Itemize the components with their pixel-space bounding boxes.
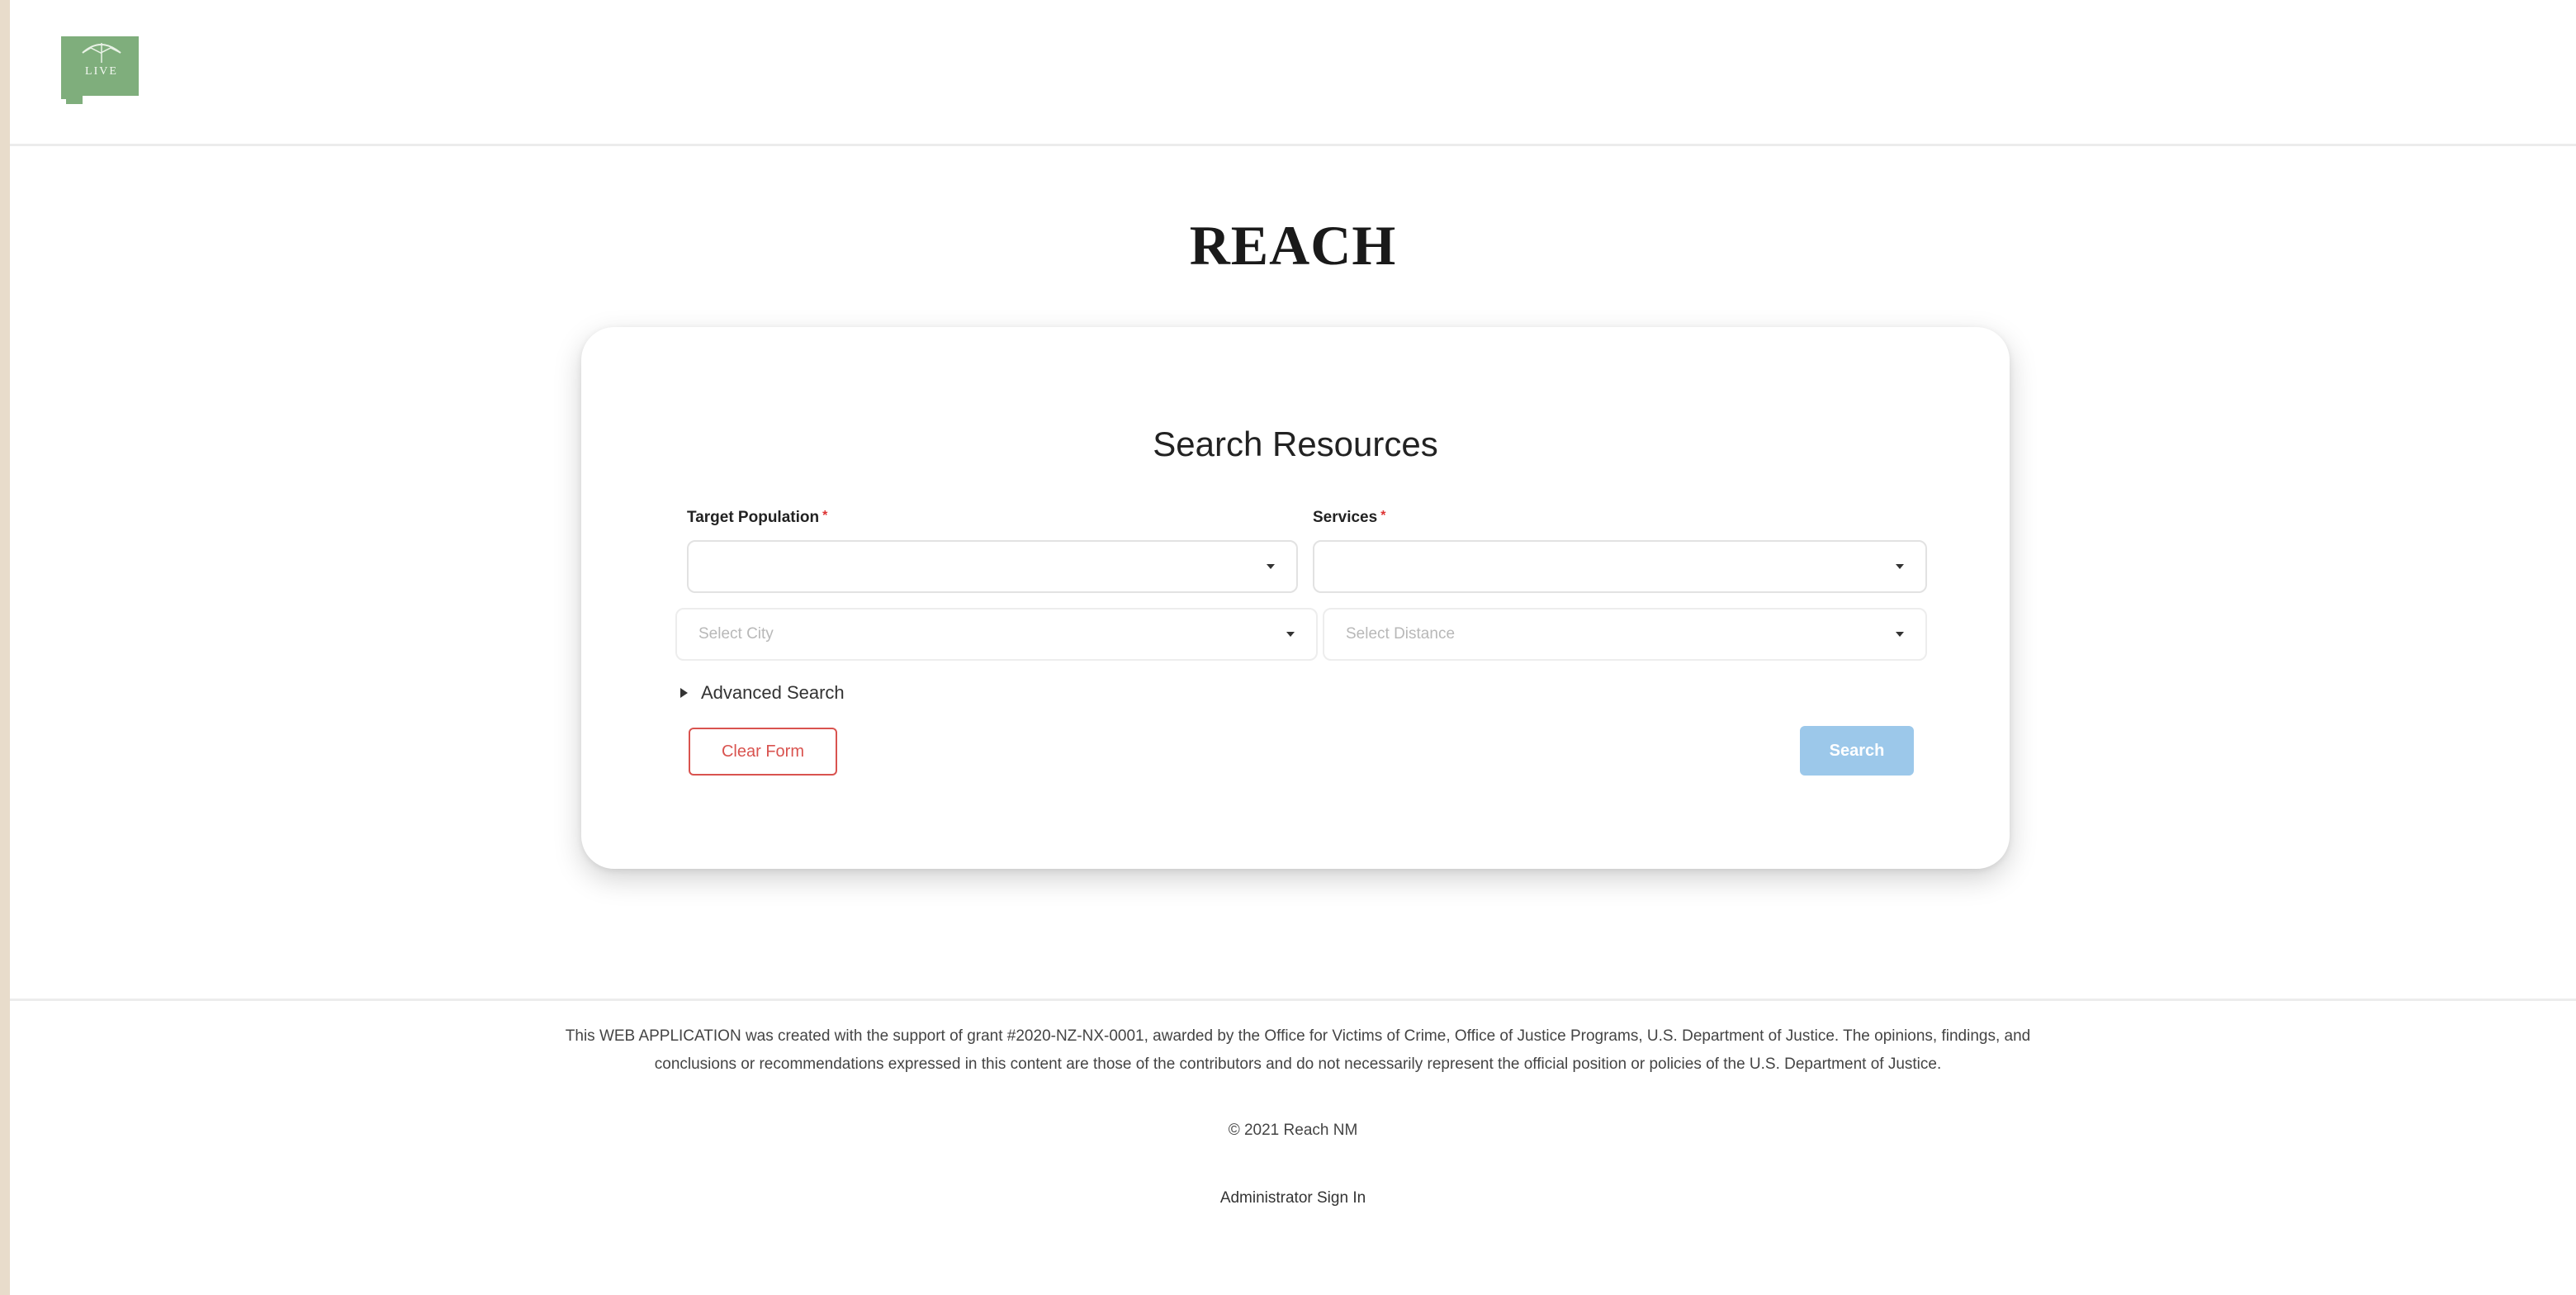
advanced-search-label: Advanced Search	[701, 682, 845, 703]
services-select[interactable]	[1313, 540, 1927, 593]
target-population-label: Target Population *	[687, 509, 827, 527]
site-logo[interactable]: LIVE	[58, 33, 145, 104]
distance-select[interactable]: Select Distance	[1323, 608, 1927, 661]
required-marker: *	[1380, 509, 1386, 523]
required-marker: *	[822, 509, 828, 523]
site-title: REACH	[1189, 214, 1397, 277]
services-label-text: Services	[1313, 509, 1378, 526]
chevron-down-icon	[1286, 632, 1295, 637]
chevron-down-icon	[1267, 564, 1275, 569]
city-select[interactable]: Select City	[675, 608, 1318, 661]
admin-sign-in-row: Administrator Sign In	[10, 1189, 2576, 1207]
search-resources-card: Search Resources Target Population * Serv…	[581, 327, 2010, 869]
clear-form-button[interactable]: Clear Form	[689, 728, 837, 776]
copyright: © 2021 Reach NM	[1228, 1122, 1358, 1139]
services-label: Services *	[1313, 509, 1385, 527]
target-population-label-text: Target Population	[687, 509, 820, 526]
page: LIVE REACH Search Resources Target Popul…	[10, 0, 2576, 1295]
chevron-down-icon	[1896, 564, 1904, 569]
advanced-search-toggle[interactable]: Advanced Search	[680, 682, 845, 704]
city-placeholder: Select City	[698, 625, 774, 643]
grant-disclaimer: This WEB APPLICATION was created with th…	[565, 1027, 2031, 1073]
footer-divider	[10, 999, 2576, 1001]
distance-placeholder: Select Distance	[1346, 625, 1456, 643]
search-button[interactable]: Search	[1800, 726, 1914, 776]
chevron-down-icon	[1896, 632, 1904, 637]
target-population-select[interactable]	[687, 540, 1298, 593]
new-mexico-state-umbrella-logo: LIVE	[61, 36, 139, 104]
administrator-sign-in-link[interactable]: Administrator Sign In	[1220, 1189, 1366, 1207]
card-title: Search Resources	[1153, 425, 1438, 463]
site-header: LIVE	[10, 0, 2576, 146]
logo-text: LIVE	[85, 65, 118, 78]
caret-right-icon	[680, 688, 688, 698]
